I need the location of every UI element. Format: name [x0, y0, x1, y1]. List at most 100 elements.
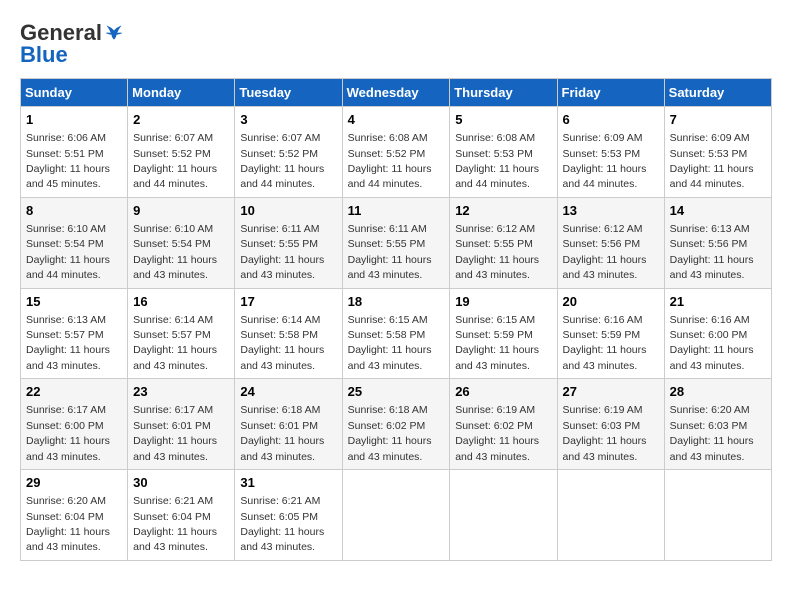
calendar-header-monday: Monday [128, 79, 235, 107]
day-info: Sunrise: 6:20 AM Sunset: 6:03 PM Dayligh… [670, 404, 754, 462]
calendar-header-tuesday: Tuesday [235, 79, 342, 107]
calendar-cell: 27 Sunrise: 6:19 AM Sunset: 6:03 PM Dayli… [557, 379, 664, 470]
calendar-week-4: 22 Sunrise: 6:17 AM Sunset: 6:00 PM Dayli… [21, 379, 772, 470]
day-number: 18 [348, 293, 445, 311]
day-number: 23 [133, 383, 229, 401]
day-info: Sunrise: 6:10 AM Sunset: 5:54 PM Dayligh… [26, 223, 110, 281]
calendar-cell: 24 Sunrise: 6:18 AM Sunset: 6:01 PM Dayli… [235, 379, 342, 470]
day-info: Sunrise: 6:17 AM Sunset: 6:01 PM Dayligh… [133, 404, 217, 462]
day-number: 22 [26, 383, 122, 401]
calendar-cell: 19Sunrise: 6:15 AM Sunset: 5:59 PM Dayli… [450, 288, 557, 379]
day-info: Sunrise: 6:12 AM Sunset: 5:55 PM Dayligh… [455, 223, 539, 281]
day-number: 24 [240, 383, 336, 401]
calendar-week-3: 15Sunrise: 6:13 AM Sunset: 5:57 PM Dayli… [21, 288, 772, 379]
calendar-cell: 13 Sunrise: 6:12 AM Sunset: 5:56 PM Dayli… [557, 197, 664, 288]
day-number: 30 [133, 474, 229, 492]
calendar-cell: 10 Sunrise: 6:11 AM Sunset: 5:55 PM Dayli… [235, 197, 342, 288]
day-number: 19 [455, 293, 551, 311]
day-number: 1 [26, 111, 122, 129]
calendar-cell: 25Sunrise: 6:18 AM Sunset: 6:02 PM Dayli… [342, 379, 450, 470]
calendar-cell: 3 Sunrise: 6:07 AM Sunset: 5:52 PM Daylig… [235, 107, 342, 198]
day-info: Sunrise: 6:16 AM Sunset: 6:00 PM Dayligh… [670, 314, 754, 372]
calendar-cell: 23 Sunrise: 6:17 AM Sunset: 6:01 PM Dayli… [128, 379, 235, 470]
day-info: Sunrise: 6:06 AM Sunset: 5:51 PM Dayligh… [26, 132, 110, 190]
calendar-cell: 11 Sunrise: 6:11 AM Sunset: 5:55 PM Dayli… [342, 197, 450, 288]
calendar-cell: 4 Sunrise: 6:08 AM Sunset: 5:52 PM Daylig… [342, 107, 450, 198]
day-info: Sunrise: 6:18 AM Sunset: 6:01 PM Dayligh… [240, 404, 324, 462]
logo-blue-text: Blue [20, 42, 68, 68]
day-info: Sunrise: 6:14 AM Sunset: 5:58 PM Dayligh… [240, 314, 324, 372]
day-info: Sunrise: 6:17 AM Sunset: 6:00 PM Dayligh… [26, 404, 110, 462]
day-info: Sunrise: 6:16 AM Sunset: 5:59 PM Dayligh… [563, 314, 647, 372]
day-number: 21 [670, 293, 766, 311]
day-info: Sunrise: 6:07 AM Sunset: 5:52 PM Dayligh… [240, 132, 324, 190]
day-number: 4 [348, 111, 445, 129]
calendar-cell: 7Sunrise: 6:09 AM Sunset: 5:53 PM Daylig… [664, 107, 771, 198]
day-number: 3 [240, 111, 336, 129]
day-number: 13 [563, 202, 659, 220]
calendar-header-thursday: Thursday [450, 79, 557, 107]
calendar-week-5: 29Sunrise: 6:20 AM Sunset: 6:04 PM Dayli… [21, 470, 772, 561]
day-number: 10 [240, 202, 336, 220]
day-info: Sunrise: 6:08 AM Sunset: 5:52 PM Dayligh… [348, 132, 432, 190]
calendar-cell: 20 Sunrise: 6:16 AM Sunset: 5:59 PM Dayli… [557, 288, 664, 379]
day-info: Sunrise: 6:15 AM Sunset: 5:58 PM Dayligh… [348, 314, 432, 372]
calendar-cell: 30 Sunrise: 6:21 AM Sunset: 6:04 PM Dayli… [128, 470, 235, 561]
calendar-cell [557, 470, 664, 561]
calendar-cell: 2Sunrise: 6:07 AM Sunset: 5:52 PM Daylig… [128, 107, 235, 198]
day-info: Sunrise: 6:11 AM Sunset: 5:55 PM Dayligh… [240, 223, 324, 281]
calendar-header-sunday: Sunday [21, 79, 128, 107]
day-number: 16 [133, 293, 229, 311]
calendar-body: 1 Sunrise: 6:06 AM Sunset: 5:51 PM Daylig… [21, 107, 772, 561]
day-info: Sunrise: 6:08 AM Sunset: 5:53 PM Dayligh… [455, 132, 539, 190]
logo-bird-icon [104, 23, 124, 43]
calendar-cell [342, 470, 450, 561]
logo: General Blue [20, 20, 124, 68]
calendar-header-friday: Friday [557, 79, 664, 107]
day-number: 12 [455, 202, 551, 220]
calendar-cell: 1 Sunrise: 6:06 AM Sunset: 5:51 PM Daylig… [21, 107, 128, 198]
calendar-cell: 21 Sunrise: 6:16 AM Sunset: 6:00 PM Dayli… [664, 288, 771, 379]
day-info: Sunrise: 6:14 AM Sunset: 5:57 PM Dayligh… [133, 314, 217, 372]
day-info: Sunrise: 6:19 AM Sunset: 6:03 PM Dayligh… [563, 404, 647, 462]
day-number: 9 [133, 202, 229, 220]
day-number: 27 [563, 383, 659, 401]
day-info: Sunrise: 6:11 AM Sunset: 5:55 PM Dayligh… [348, 223, 432, 281]
day-info: Sunrise: 6:10 AM Sunset: 5:54 PM Dayligh… [133, 223, 217, 281]
calendar-cell: 29Sunrise: 6:20 AM Sunset: 6:04 PM Dayli… [21, 470, 128, 561]
calendar-cell: 22 Sunrise: 6:17 AM Sunset: 6:00 PM Dayli… [21, 379, 128, 470]
day-number: 11 [348, 202, 445, 220]
calendar-cell: 8Sunrise: 6:10 AM Sunset: 5:54 PM Daylig… [21, 197, 128, 288]
calendar-cell: 5 Sunrise: 6:08 AM Sunset: 5:53 PM Daylig… [450, 107, 557, 198]
day-number: 14 [670, 202, 766, 220]
calendar-cell: 16 Sunrise: 6:14 AM Sunset: 5:57 PM Dayli… [128, 288, 235, 379]
calendar-cell: 28 Sunrise: 6:20 AM Sunset: 6:03 PM Dayli… [664, 379, 771, 470]
day-info: Sunrise: 6:09 AM Sunset: 5:53 PM Dayligh… [563, 132, 647, 190]
calendar-cell: 17Sunrise: 6:14 AM Sunset: 5:58 PM Dayli… [235, 288, 342, 379]
day-info: Sunrise: 6:21 AM Sunset: 6:04 PM Dayligh… [133, 495, 217, 553]
calendar-header-saturday: Saturday [664, 79, 771, 107]
day-info: Sunrise: 6:13 AM Sunset: 5:56 PM Dayligh… [670, 223, 754, 281]
calendar-cell: 12 Sunrise: 6:12 AM Sunset: 5:55 PM Dayli… [450, 197, 557, 288]
calendar-cell [664, 470, 771, 561]
calendar-cell: 9 Sunrise: 6:10 AM Sunset: 5:54 PM Daylig… [128, 197, 235, 288]
calendar-header-wednesday: Wednesday [342, 79, 450, 107]
calendar-cell: 26Sunrise: 6:19 AM Sunset: 6:02 PM Dayli… [450, 379, 557, 470]
day-number: 20 [563, 293, 659, 311]
day-number: 2 [133, 111, 229, 129]
day-info: Sunrise: 6:21 AM Sunset: 6:05 PM Dayligh… [240, 495, 324, 553]
day-info: Sunrise: 6:19 AM Sunset: 6:02 PM Dayligh… [455, 404, 539, 462]
calendar-cell: 6Sunrise: 6:09 AM Sunset: 5:53 PM Daylig… [557, 107, 664, 198]
day-info: Sunrise: 6:13 AM Sunset: 5:57 PM Dayligh… [26, 314, 110, 372]
day-info: Sunrise: 6:09 AM Sunset: 5:53 PM Dayligh… [670, 132, 754, 190]
calendar-cell [450, 470, 557, 561]
calendar-cell: 18 Sunrise: 6:15 AM Sunset: 5:58 PM Dayli… [342, 288, 450, 379]
day-number: 31 [240, 474, 336, 492]
day-number: 29 [26, 474, 122, 492]
calendar-header-row: SundayMondayTuesdayWednesdayThursdayFrid… [21, 79, 772, 107]
day-info: Sunrise: 6:12 AM Sunset: 5:56 PM Dayligh… [563, 223, 647, 281]
day-number: 28 [670, 383, 766, 401]
calendar-cell: 31 Sunrise: 6:21 AM Sunset: 6:05 PM Dayli… [235, 470, 342, 561]
day-number: 5 [455, 111, 551, 129]
calendar-week-2: 8Sunrise: 6:10 AM Sunset: 5:54 PM Daylig… [21, 197, 772, 288]
